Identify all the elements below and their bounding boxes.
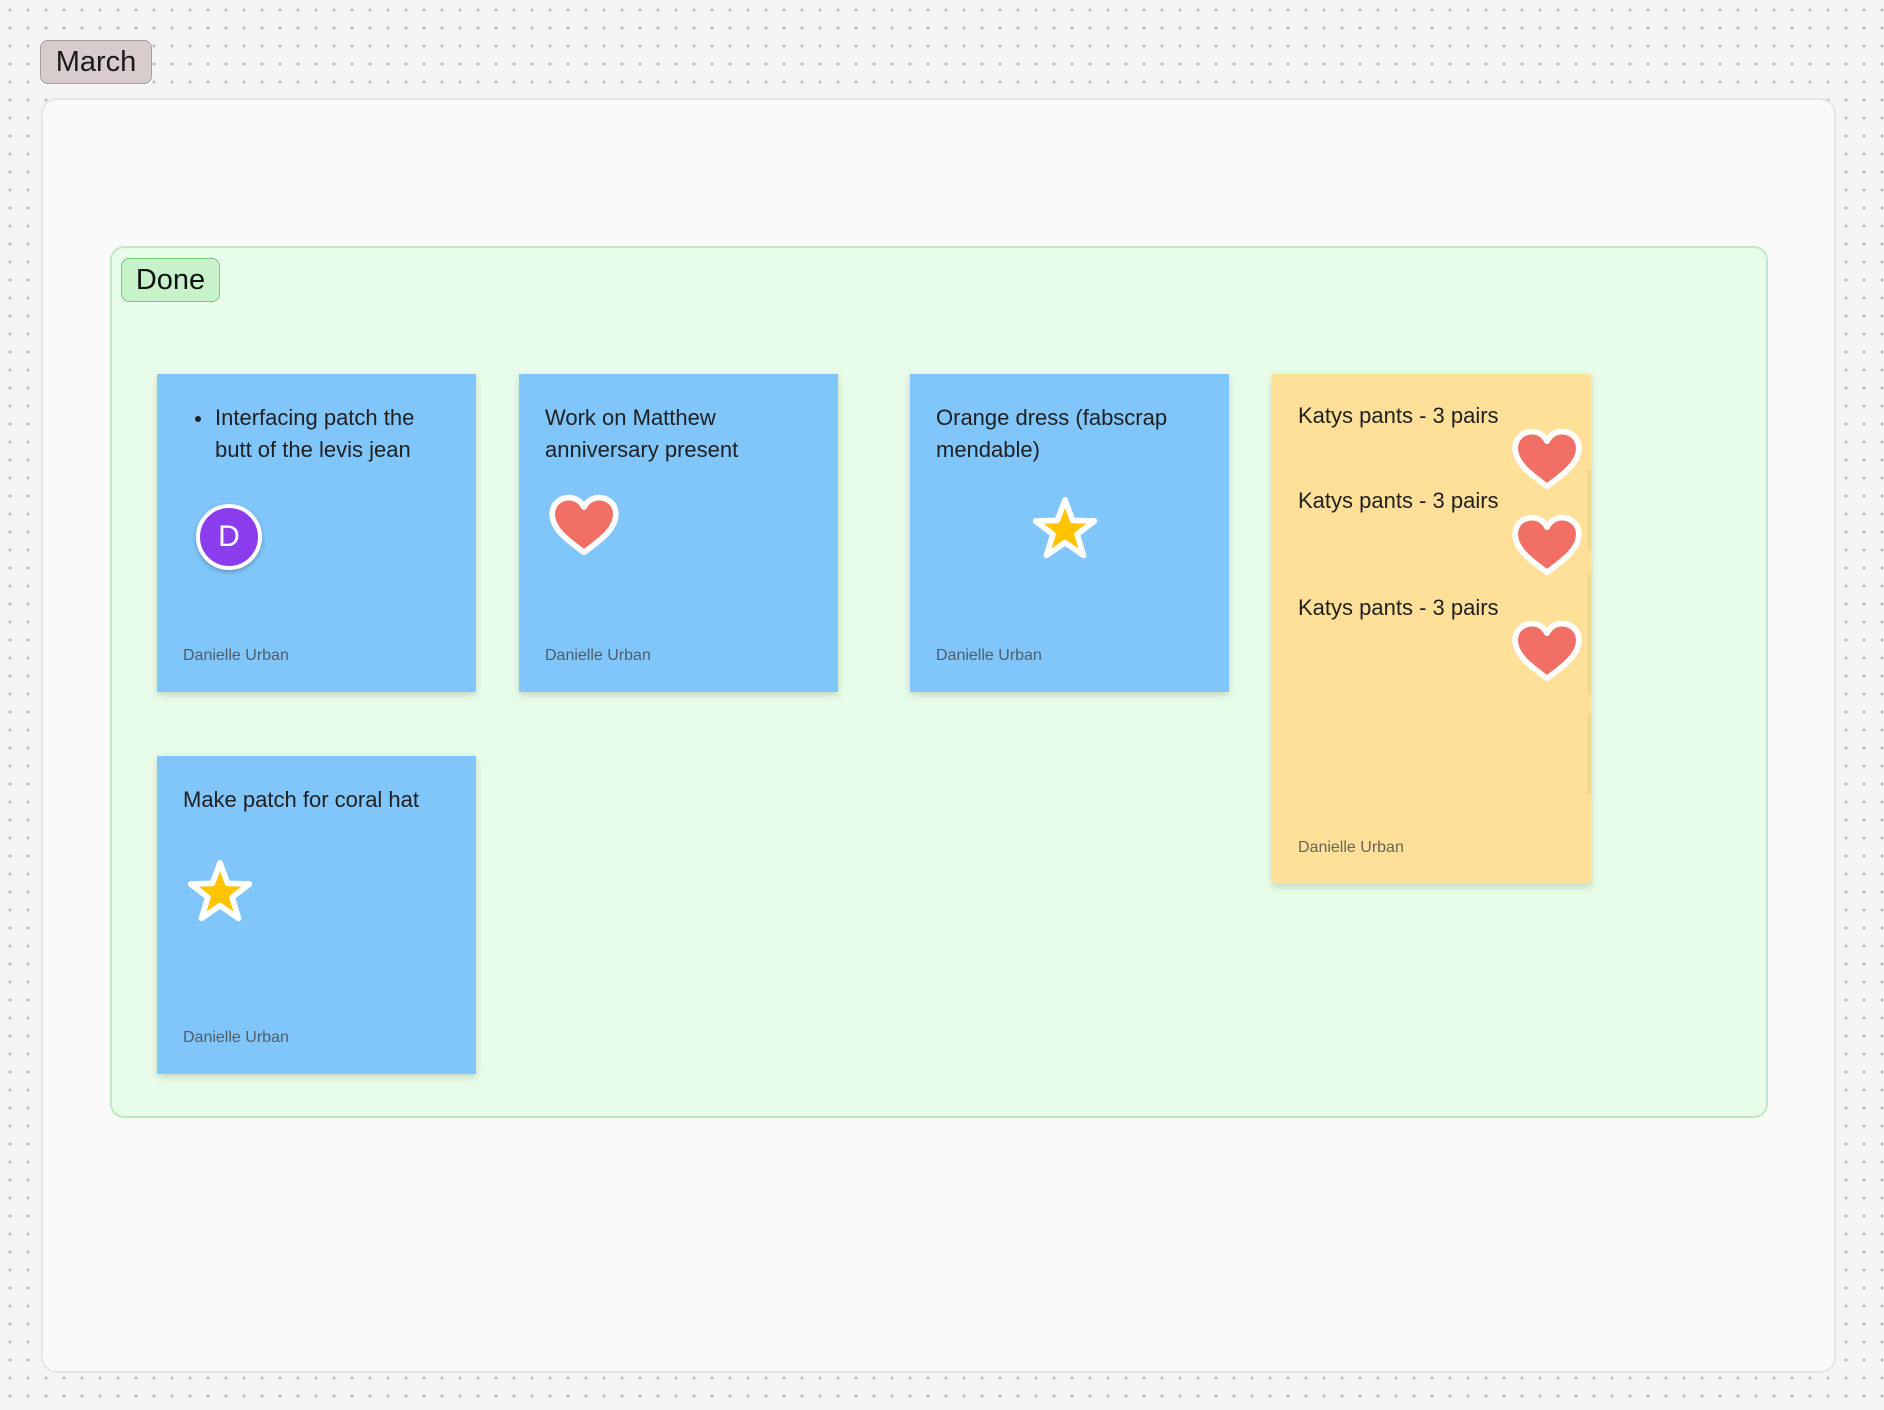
sticky-note-text: Katys pants - 3 pairs xyxy=(1298,488,1499,513)
section-label[interactable]: March xyxy=(40,40,152,84)
stack-edge xyxy=(1588,470,1591,550)
sticky-stack[interactable]: Katys pants - 3 pairs Katys pants - 3 pa… xyxy=(1272,374,1591,884)
sticky-note-author: Danielle Urban xyxy=(183,1029,289,1046)
heart-icon[interactable] xyxy=(549,490,619,560)
group-label[interactable]: Done xyxy=(121,258,220,302)
heart-icon[interactable] xyxy=(1512,510,1582,580)
sticky-note[interactable]: Work on Matthew anniversary present Dani… xyxy=(519,374,838,692)
sticky-note[interactable]: Interfacing patch the butt of the levis … xyxy=(157,374,476,692)
stack-edge xyxy=(1588,714,1591,794)
sticky-note-text: Katys pants - 3 pairs xyxy=(1298,403,1499,428)
star-icon[interactable] xyxy=(183,854,257,928)
sticky-note-text: Orange dress (fabscrap mendable) xyxy=(936,405,1168,462)
avatar-initial: D xyxy=(218,520,240,553)
sticky-note-text: Make patch for coral hat xyxy=(183,787,420,812)
sticky-note-text: Interfacing patch the butt of the levis … xyxy=(183,402,450,466)
sticky-note-author: Danielle Urban xyxy=(936,647,1042,664)
sticky-note-text: Katys pants - 3 pairs xyxy=(1298,595,1499,620)
star-icon[interactable] xyxy=(1028,491,1102,565)
sticky-note-author: Danielle Urban xyxy=(1298,839,1404,856)
avatar[interactable]: D xyxy=(196,504,262,570)
heart-icon[interactable] xyxy=(1512,424,1582,494)
sticky-note[interactable]: Make patch for coral hat Danielle Urban xyxy=(157,756,476,1074)
sticky-note-text: Work on Matthew anniversary present xyxy=(545,405,739,462)
sticky-note[interactable]: Orange dress (fabscrap mendable) Daniell… xyxy=(910,374,1229,692)
sticky-note-author: Danielle Urban xyxy=(545,647,651,664)
stack-edge xyxy=(1588,574,1591,694)
heart-icon[interactable] xyxy=(1512,616,1582,686)
sticky-note-author: Danielle Urban xyxy=(183,647,289,664)
